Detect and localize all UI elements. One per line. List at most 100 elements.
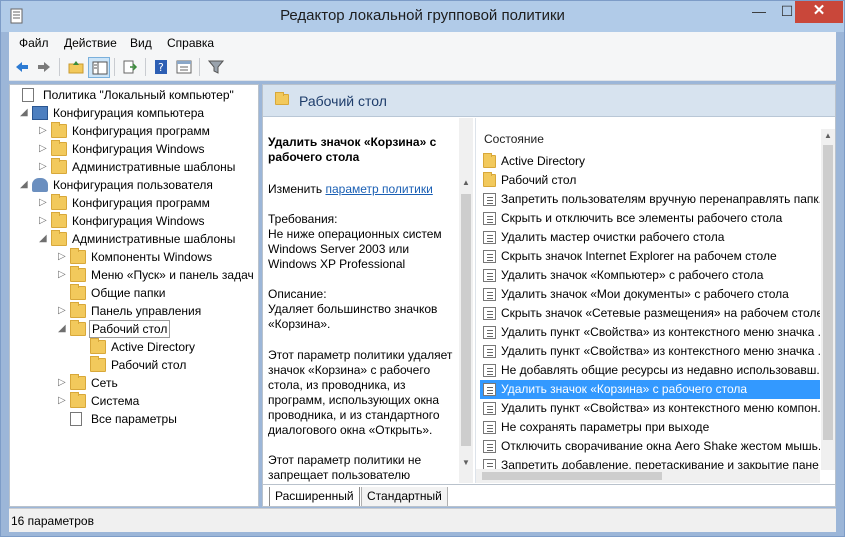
- collapsed-arrow-icon[interactable]: ▷: [58, 302, 68, 320]
- details-header: Рабочий стол: [263, 85, 835, 117]
- requirements-text: Требования: Не ниже операционных систем …: [268, 212, 442, 271]
- expanded-arrow-icon[interactable]: ◢: [58, 320, 68, 338]
- description-text: Описание: Удаляет большинство значков «К…: [268, 287, 438, 331]
- properties-button[interactable]: [173, 57, 195, 78]
- app-window: Редактор локальной групповой политики — …: [0, 0, 845, 537]
- list-item-label: Не добавлять общие ресурсы из недавно ис…: [501, 363, 820, 377]
- folder-up-icon: [68, 61, 84, 74]
- export-icon: [123, 60, 138, 74]
- list-vertical-scrollbar[interactable]: ▲: [821, 129, 835, 470]
- expanded-arrow-icon[interactable]: ◢: [39, 230, 49, 248]
- tree-item-label: Общие папки: [91, 286, 166, 300]
- settings-list: Состояние Active Directory Рабочий стол За…: [475, 118, 835, 483]
- collapsed-arrow-icon[interactable]: ▷: [58, 392, 68, 410]
- menu-help[interactable]: Справка: [167, 36, 214, 50]
- list-policy-item[interactable]: Удалить пункт «Свойства» из контекстного…: [480, 323, 820, 342]
- menu-action[interactable]: Действие: [64, 36, 117, 50]
- list-policy-item[interactable]: Не сохранять параметры при выходе: [480, 418, 820, 437]
- list-policy-item[interactable]: Удалить значок «Корзина» с рабочего стол…: [480, 380, 820, 399]
- list-folder-item[interactable]: Рабочий стол: [480, 171, 820, 190]
- close-button[interactable]: ✕: [795, 1, 843, 23]
- collapsed-arrow-icon[interactable]: ▷: [39, 122, 49, 140]
- tree-item-label: Система: [91, 394, 140, 408]
- scroll-down-icon[interactable]: ▼: [459, 456, 473, 470]
- collapsed-arrow-icon[interactable]: ▷: [58, 374, 68, 392]
- list-item-label: Не сохранять параметры при выходе: [501, 420, 710, 434]
- description-scrollbar[interactable]: ▲ ▼: [459, 118, 473, 483]
- forward-arrow-icon: [38, 62, 50, 72]
- list-policy-item[interactable]: Удалить значок «Компьютер» с рабочего ст…: [480, 266, 820, 285]
- view-tabs: Расширенный Стандартный: [263, 484, 835, 506]
- list-policy-item[interactable]: Отключить сворачивание окна Aero Shake ж…: [480, 437, 820, 456]
- forward-button[interactable]: [33, 57, 55, 78]
- collapsed-arrow-icon[interactable]: ▷: [39, 212, 49, 230]
- list-policy-item[interactable]: Удалить мастер очистки рабочего стола: [480, 228, 820, 247]
- list-policy-item[interactable]: Удалить пункт «Свойства» из контекстного…: [480, 399, 820, 418]
- folder-icon: [51, 140, 67, 156]
- scroll-up-icon[interactable]: ▲: [821, 129, 835, 143]
- list-policy-item[interactable]: Удалить значок «Мои документы» с рабочег…: [480, 285, 820, 304]
- title-bar[interactable]: Редактор локальной групповой политики — …: [1, 1, 844, 32]
- collapsed-arrow-icon[interactable]: ▷: [58, 266, 68, 284]
- tree-item-label: Административные шаблоны: [72, 232, 236, 246]
- collapsed-arrow-icon[interactable]: ▷: [39, 140, 49, 158]
- menu-file[interactable]: Файл: [19, 36, 49, 50]
- scroll-thumb[interactable]: [461, 194, 471, 446]
- show-hide-tree-button[interactable]: [88, 57, 110, 78]
- column-header-state[interactable]: Состояние: [484, 132, 544, 146]
- description-body-2: Этот параметр политики не запрещает поль…: [268, 453, 422, 482]
- scroll-thumb[interactable]: [482, 472, 662, 480]
- up-level-button[interactable]: [65, 57, 87, 78]
- scroll-up-icon[interactable]: ▲: [459, 176, 473, 190]
- policy-setting-icon: [483, 193, 496, 206]
- collapsed-arrow-icon[interactable]: ▷: [58, 248, 68, 266]
- expanded-arrow-icon[interactable]: ◢: [20, 104, 30, 122]
- collapsed-arrow-icon[interactable]: ▷: [39, 194, 49, 212]
- menu-view[interactable]: Вид: [130, 36, 152, 50]
- list-horizontal-scrollbar[interactable]: [476, 469, 820, 483]
- tab-standard[interactable]: Стандартный: [361, 487, 448, 506]
- navigation-tree[interactable]: Политика "Локальный компьютер" ◢ Конфигура…: [9, 84, 259, 507]
- help-icon: ?: [155, 60, 167, 74]
- toolbar: ?: [9, 54, 836, 81]
- window-title: Редактор локальной групповой политики: [280, 7, 565, 24]
- minimize-button[interactable]: —: [745, 1, 773, 23]
- expanded-arrow-icon[interactable]: ◢: [20, 176, 30, 194]
- list-item-label: Рабочий стол: [501, 173, 577, 187]
- svg-text:?: ?: [158, 61, 164, 74]
- policy-setting-icon: [483, 269, 496, 282]
- help-button[interactable]: ?: [150, 57, 172, 78]
- scroll-thumb[interactable]: [823, 145, 833, 440]
- list-policy-item[interactable]: Скрыть значок «Сетевые размещения» на ра…: [480, 304, 820, 323]
- folder-icon: [90, 338, 106, 354]
- folder-icon: [483, 172, 496, 187]
- list-policy-item[interactable]: Удалить пункт «Свойства» из контекстного…: [480, 342, 820, 361]
- tree-item-label: Политика "Локальный компьютер": [43, 88, 234, 102]
- tree-item-label: Active Directory: [111, 340, 196, 354]
- tree-pane-icon: [92, 61, 108, 75]
- folder-icon: [70, 284, 86, 300]
- folder-icon: [90, 356, 106, 372]
- list-item-label: Удалить мастер очистки рабочего стола: [501, 230, 725, 244]
- tab-extended[interactable]: Расширенный: [269, 487, 360, 506]
- back-button[interactable]: [11, 57, 33, 78]
- list-policy-item[interactable]: Скрыть значок Internet Explorer на рабоч…: [480, 247, 820, 266]
- status-text: 16 параметров: [11, 514, 94, 528]
- list-policy-item[interactable]: Скрыть и отключить все элементы рабочего…: [480, 209, 820, 228]
- policy-setting-icon: [483, 307, 496, 320]
- policy-setting-icon: [483, 440, 496, 453]
- filter-button[interactable]: [205, 57, 227, 78]
- filter-icon: [208, 60, 224, 74]
- edit-policy-link[interactable]: параметр политики: [325, 182, 432, 196]
- status-bar: 16 параметров: [9, 508, 836, 532]
- computer-icon: [32, 106, 48, 120]
- export-list-button[interactable]: [119, 57, 141, 78]
- list-policy-item[interactable]: Запретить пользователям вручную перенапр…: [480, 190, 820, 209]
- list-item-label: Удалить значок «Мои документы» с рабочег…: [501, 287, 789, 301]
- toolbar-separator: [114, 58, 115, 76]
- list-item-label: Отключить сворачивание окна Aero Shake ж…: [501, 439, 820, 453]
- list-policy-item[interactable]: Не добавлять общие ресурсы из недавно ис…: [480, 361, 820, 380]
- collapsed-arrow-icon[interactable]: ▷: [39, 158, 49, 176]
- policy-setting-icon: [483, 288, 496, 301]
- list-folder-item[interactable]: Active Directory: [480, 152, 820, 171]
